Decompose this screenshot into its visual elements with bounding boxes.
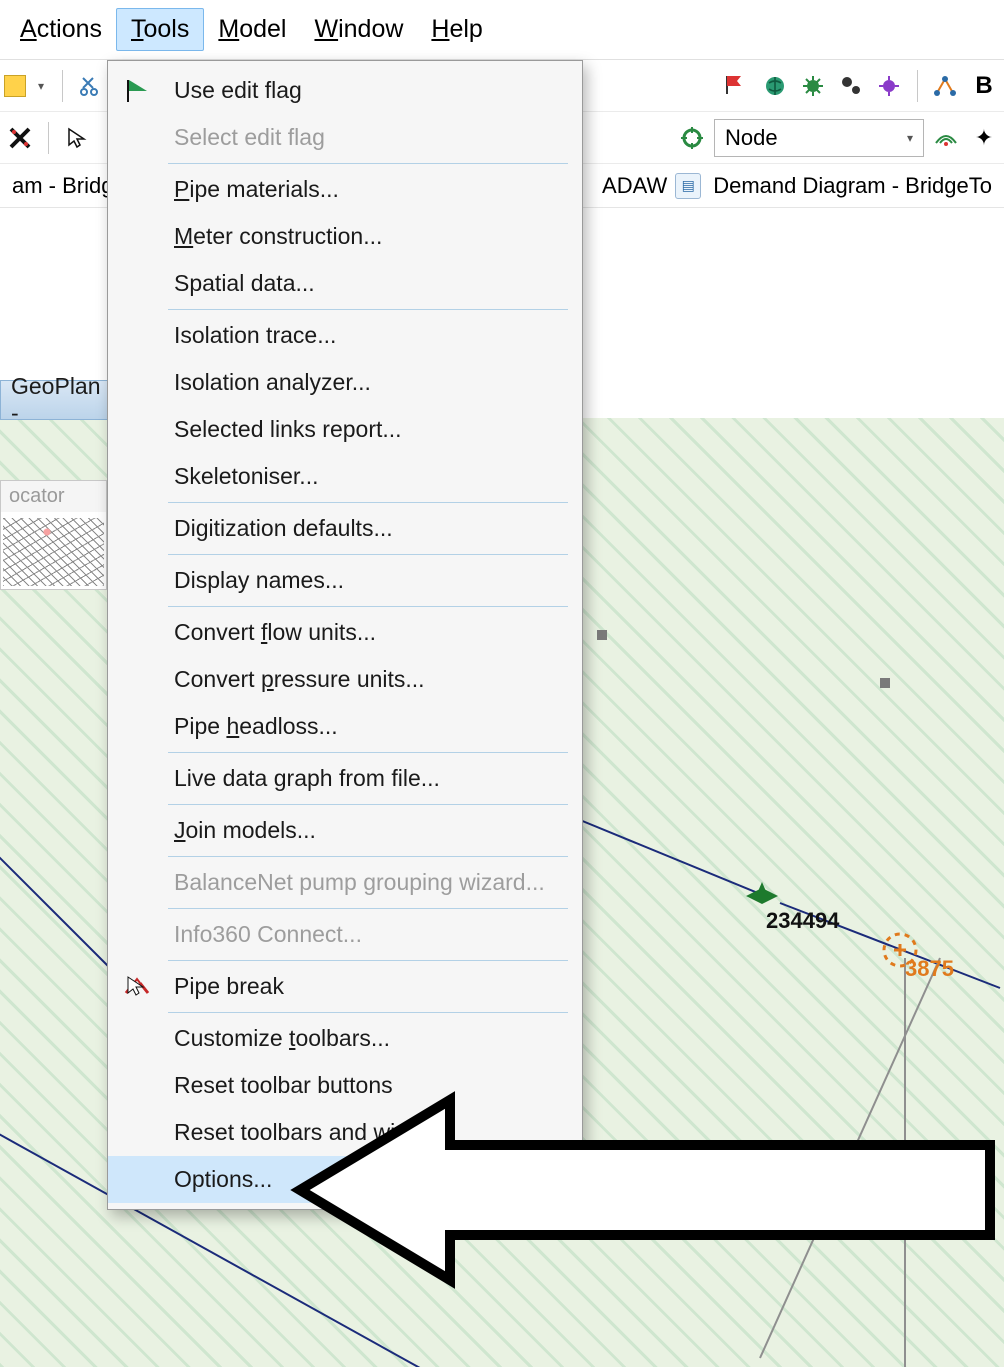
menu-separator [168, 908, 568, 909]
toolbar-sep-2 [917, 70, 918, 102]
globe-icon[interactable] [759, 70, 791, 102]
gears-icon[interactable] [835, 70, 867, 102]
menu-window[interactable]: Window [300, 9, 417, 50]
locator-header: ocator [1, 481, 106, 512]
menu-item-join-models[interactable]: Join models... [168, 807, 574, 854]
menubar: Actions Tools Model Window Help [0, 0, 1004, 60]
menu-separator [168, 309, 568, 310]
color-swatch-icon[interactable] [4, 75, 26, 97]
pipe-break-icon [124, 973, 152, 1001]
geoplan-title-text: GeoPlan - [11, 373, 101, 427]
menu-item-label: Isolation trace... [174, 322, 336, 348]
menu-item-reset-toolbars-windows[interactable]: Reset toolbars and wi [168, 1109, 574, 1156]
menu-separator [168, 752, 568, 753]
chevron-down-icon: ▾ [907, 131, 913, 145]
menu-separator [168, 502, 568, 503]
menu-item-label: Info360 Connect... [174, 921, 362, 947]
tab-right-partial[interactable]: Demand Diagram - BridgeTo [705, 169, 1000, 203]
network-orange-icon[interactable] [930, 70, 962, 102]
menu-item-spatial-data[interactable]: Spatial data... [168, 260, 574, 307]
chart-tab-icon: ▤ [675, 173, 701, 199]
menu-separator [168, 804, 568, 805]
toolbar-sep-3 [48, 122, 49, 154]
menu-actions-label: ctions [37, 15, 102, 43]
geoplan-titlebar[interactable]: GeoPlan - [0, 380, 107, 420]
menu-item-pipe-headloss[interactable]: Pipe headloss... [168, 703, 574, 750]
menu-tools[interactable]: Tools [116, 8, 204, 51]
menu-separator [168, 163, 568, 164]
menu-item-label: Select edit flag [174, 124, 325, 150]
menu-item-pipe-break[interactable]: Pipe break [168, 963, 574, 1010]
locator-body[interactable] [1, 512, 106, 588]
map-label-234494: 234494 [766, 908, 839, 934]
menu-item-selected-links-report[interactable]: Selected links report... [168, 406, 574, 453]
menu-item-digitization-defaults[interactable]: Digitization defaults... [168, 505, 574, 552]
target-green-icon[interactable] [676, 122, 708, 154]
menu-item-label: Skeletoniser... [174, 463, 318, 489]
menu-item-select-edit-flag: Select edit flag [168, 114, 574, 161]
menu-item-skeletoniser[interactable]: Skeletoniser... [168, 453, 574, 500]
menu-item-label: Pipe break [174, 973, 284, 999]
menu-separator [168, 606, 568, 607]
letter-b-icon[interactable]: B [968, 70, 1000, 102]
menu-item-label: BalanceNet pump grouping wizard... [174, 869, 545, 895]
menu-item-label: Spatial data... [174, 270, 315, 296]
menu-model-label: odel [239, 15, 286, 43]
tools-dropdown-menu: Use edit flag Select edit flag Pipe mate… [107, 60, 583, 1210]
menu-item-info360: Info360 Connect... [168, 911, 574, 958]
menu-item-use-edit-flag[interactable]: Use edit flag [168, 67, 574, 114]
menu-window-label: indow [338, 15, 403, 43]
delete-x-icon[interactable] [4, 122, 36, 154]
menu-item-balancenet: BalanceNet pump grouping wizard... [168, 859, 574, 906]
cursor-icon[interactable] [61, 122, 93, 154]
menu-item-label: Use edit flag [174, 77, 302, 103]
menu-item-display-names[interactable]: Display names... [168, 557, 574, 604]
menu-item-isolation-trace[interactable]: Isolation trace... [168, 312, 574, 359]
menu-item-convert-flow[interactable]: Convert flow units... [168, 609, 574, 656]
menu-actions[interactable]: Actions [6, 9, 116, 50]
menu-item-pipe-materials[interactable]: Pipe materials... [168, 166, 574, 213]
flag-icon[interactable] [721, 70, 753, 102]
flag-green-icon [124, 77, 152, 105]
menu-separator [168, 856, 568, 857]
menu-item-convert-pressure[interactable]: Convert pressure units... [168, 656, 574, 703]
menu-item-customize-toolbars[interactable]: Customize toolbars... [168, 1015, 574, 1062]
menu-separator [168, 554, 568, 555]
menu-item-label: Digitization defaults... [174, 515, 393, 541]
gear-purple-icon[interactable] [873, 70, 905, 102]
gear-green-icon[interactable] [797, 70, 829, 102]
menu-item-label: Isolation analyzer... [174, 369, 371, 395]
menu-item-label: Display names... [174, 567, 344, 593]
node-combo-label: Node [725, 125, 778, 151]
menu-item-label: Reset toolbars and wi [174, 1119, 395, 1145]
menu-separator [168, 960, 568, 961]
swatch-dropdown[interactable]: ▾ [32, 72, 50, 100]
locator-preview-icon [3, 518, 104, 586]
menu-model[interactable]: Model [204, 9, 300, 50]
menu-item-isolation-analyzer[interactable]: Isolation analyzer... [168, 359, 574, 406]
tab-mid-partial[interactable]: ADAW [594, 169, 675, 203]
wifi-signal-icon[interactable] [930, 122, 962, 154]
node-combo[interactable]: Node ▾ [714, 119, 924, 157]
menu-item-options[interactable]: Options... [108, 1156, 582, 1203]
menu-help[interactable]: Help [417, 9, 496, 50]
toolbar-sep [62, 70, 63, 102]
menu-item-label: Selected links report... [174, 416, 402, 442]
menu-item-label: Reset toolbar buttons [174, 1072, 393, 1098]
map-label-3875: 3875 [905, 956, 954, 982]
menu-item-live-data-graph[interactable]: Live data graph from file... [168, 755, 574, 802]
menu-help-label: elp [449, 15, 482, 43]
menu-separator [168, 1012, 568, 1013]
menu-item-meter-construction[interactable]: Meter construction... [168, 213, 574, 260]
locator-panel: ocator [0, 480, 107, 590]
cut-icon[interactable] [75, 70, 107, 102]
sparkle-icon[interactable]: ✦ [968, 122, 1000, 154]
menu-item-label: Options... [174, 1166, 272, 1192]
menu-tools-label: ools [144, 15, 190, 43]
menu-item-reset-toolbar-buttons[interactable]: Reset toolbar buttons [168, 1062, 574, 1109]
